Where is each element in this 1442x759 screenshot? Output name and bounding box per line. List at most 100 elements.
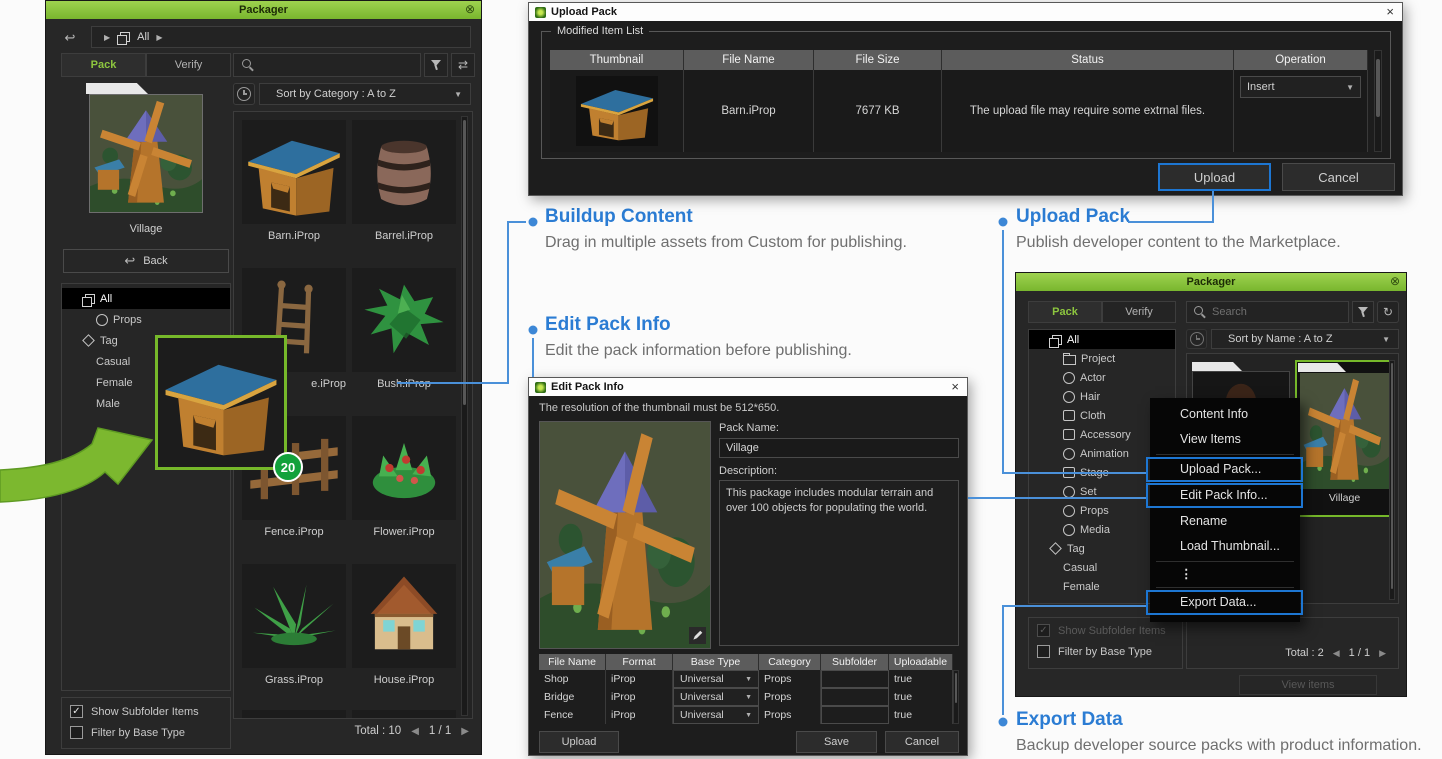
filter-button[interactable] <box>424 53 448 77</box>
tab-pack[interactable]: Pack <box>1028 301 1102 323</box>
menu-item-more[interactable]: ⋮ <box>1150 564 1300 585</box>
checkbox-icon[interactable] <box>1037 645 1050 658</box>
cell-subfolder[interactable] <box>821 706 889 724</box>
menu-item-edit-pack-info[interactable]: Edit Pack Info... <box>1150 483 1300 508</box>
scrollbar[interactable] <box>1374 50 1382 152</box>
column-header[interactable]: Thumbnail <box>550 50 684 70</box>
tab-pack[interactable]: Pack <box>61 53 146 77</box>
column-header[interactable]: File Size <box>814 50 942 70</box>
tree-item-all[interactable]: All <box>1029 330 1175 349</box>
scrollbar-thumb[interactable] <box>955 673 957 703</box>
column-header[interactable]: File Name <box>684 50 814 70</box>
menu-item-content-info[interactable]: Content Info <box>1150 402 1300 427</box>
show-subfolder-checkbox[interactable]: ✓ Show Subfolder Items <box>1037 624 1182 637</box>
next-page-icon[interactable]: ▶ <box>461 726 469 737</box>
dragged-asset[interactable] <box>155 335 287 470</box>
search-input[interactable] <box>233 53 421 77</box>
asset-item[interactable]: Grass.iProp <box>242 564 346 686</box>
cell-format: iProp <box>606 706 673 724</box>
asset-item[interactable]: House.iProp <box>352 564 456 686</box>
base-type-dropdown[interactable]: Universal▼ <box>673 670 759 688</box>
checkbox-icon[interactable]: ✓ <box>1037 624 1050 637</box>
operation-dropdown[interactable]: Insert ▼ <box>1240 76 1361 98</box>
pack-name-input[interactable] <box>719 438 959 458</box>
back-button[interactable]: ↩ Back <box>63 249 229 273</box>
search-input[interactable]: Search <box>1186 301 1349 323</box>
dialog-titlebar[interactable]: Edit Pack Info × <box>529 378 967 396</box>
close-icon[interactable]: ⊗ <box>465 2 475 16</box>
cancel-button[interactable]: Cancel <box>885 731 959 753</box>
breadcrumb-arrow-icon[interactable]: ▶ <box>156 33 162 42</box>
scrollbar[interactable] <box>953 670 959 724</box>
recent-sort-button[interactable] <box>1186 329 1207 349</box>
right-panel-titlebar[interactable]: Packager ⊗ <box>1016 273 1406 291</box>
sort-dropdown[interactable]: Sort by Category : A to Z ▼ <box>259 83 471 105</box>
page-indicator: 1 / 1 <box>1349 647 1370 659</box>
cell-subfolder[interactable] <box>821 670 889 688</box>
column-header[interactable]: Format <box>606 654 673 670</box>
pack-card[interactable] <box>86 83 206 219</box>
menu-item-rename[interactable]: Rename <box>1150 509 1300 534</box>
breadcrumb[interactable]: ▶ All ▶ <box>91 26 471 48</box>
dialog-titlebar[interactable]: Upload Pack × <box>529 3 1402 21</box>
column-header[interactable]: Category <box>759 654 821 670</box>
back-arrow-icon[interactable]: ↩ <box>58 28 82 48</box>
upload-button[interactable]: Upload <box>1158 163 1271 191</box>
asset-item[interactable]: Barrel.iProp <box>352 120 456 242</box>
tree-item-all[interactable]: All <box>62 288 230 309</box>
filter-base-type-checkbox[interactable]: Filter by Base Type <box>1037 645 1182 658</box>
upload-button[interactable]: Upload <box>539 731 619 753</box>
swap-view-button[interactable]: ⇄ <box>451 53 475 77</box>
base-type-dropdown[interactable]: Universal▼ <box>673 706 759 724</box>
scrollbar-thumb[interactable] <box>463 120 466 405</box>
column-header[interactable]: Operation <box>1234 50 1368 70</box>
edit-thumbnail-button[interactable] <box>689 627 706 644</box>
layers-icon <box>1052 335 1062 345</box>
checkbox-icon[interactable] <box>70 726 83 739</box>
sort-dropdown[interactable]: Sort by Name : A to Z ▼ <box>1211 329 1399 349</box>
base-type-dropdown[interactable]: Universal▼ <box>673 688 759 706</box>
asset-item[interactable]: Barn.iProp <box>242 120 346 242</box>
asset-item[interactable]: Flower.iProp <box>352 416 456 538</box>
column-header[interactable]: File Name <box>539 654 606 670</box>
column-header[interactable]: Status <box>942 50 1234 70</box>
column-header[interactable]: Uploadable <box>889 654 953 670</box>
recent-sort-button[interactable] <box>233 83 255 105</box>
tab-verify[interactable]: Verify <box>1102 301 1176 323</box>
prev-page-icon[interactable]: ◀ <box>411 726 419 737</box>
scrollbar[interactable] <box>461 116 468 716</box>
cancel-button[interactable]: Cancel <box>1282 163 1395 191</box>
close-icon[interactable]: × <box>1386 4 1394 19</box>
menu-item-upload-pack[interactable]: Upload Pack... <box>1150 457 1300 482</box>
tree-item-props[interactable]: Props <box>62 309 230 330</box>
description-textarea[interactable]: This package includes modular terrain an… <box>719 480 959 646</box>
cell-subfolder[interactable] <box>821 688 889 706</box>
view-items-button[interactable]: View items <box>1239 675 1377 695</box>
breadcrumb-arrow-icon[interactable]: ▶ <box>104 33 110 42</box>
left-panel-titlebar[interactable]: Packager ⊗ <box>46 1 481 19</box>
filter-button[interactable] <box>1352 301 1374 323</box>
prev-page-icon[interactable]: ◀ <box>1333 648 1340 659</box>
show-subfolder-checkbox[interactable]: ✓ Show Subfolder Items <box>70 705 230 718</box>
filter-base-type-checkbox[interactable]: Filter by Base Type <box>70 726 230 739</box>
checkbox-icon[interactable]: ✓ <box>70 705 83 718</box>
refresh-button[interactable]: ↻ <box>1377 301 1399 323</box>
tree-item-project[interactable]: Project <box>1029 349 1175 368</box>
menu-item-export-data[interactable]: Export Data... <box>1150 590 1300 615</box>
column-header[interactable]: Subfolder <box>821 654 889 670</box>
column-header[interactable]: Base Type <box>673 654 759 670</box>
scrollbar-thumb[interactable] <box>1391 363 1393 589</box>
menu-item-view-items[interactable]: View Items <box>1150 427 1300 452</box>
tab-verify[interactable]: Verify <box>146 53 231 77</box>
tree-item-actor[interactable]: Actor <box>1029 368 1175 387</box>
next-page-icon[interactable]: ▶ <box>1379 648 1386 659</box>
menu-item-load-thumbnail[interactable]: Load Thumbnail... <box>1150 534 1300 559</box>
asset-item[interactable]: Bush.iProp <box>352 268 456 390</box>
close-icon[interactable]: × <box>951 379 959 394</box>
scrollbar[interactable] <box>1389 360 1395 600</box>
close-icon[interactable]: ⊗ <box>1390 274 1400 288</box>
breadcrumb-label[interactable]: All <box>137 31 149 43</box>
scrollbar-thumb[interactable] <box>1376 59 1380 117</box>
save-button[interactable]: Save <box>796 731 877 753</box>
pack-card-selected[interactable]: Village <box>1295 360 1394 517</box>
